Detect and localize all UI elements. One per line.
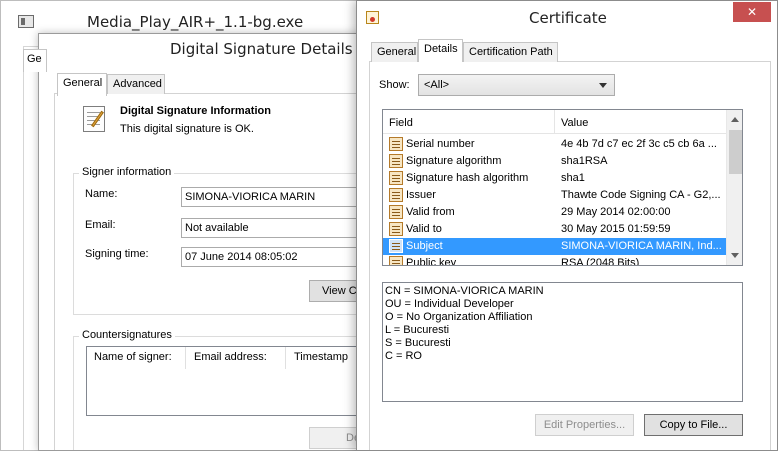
show-dropdown-value: <All> — [424, 79, 450, 91]
row-value: RSA (2048 Bits) — [561, 257, 640, 266]
table-row[interactable]: Valid from 29 May 2014 02:00:00 — [383, 204, 726, 221]
signing-time-field[interactable]: 07 June 2014 08:05:02 — [181, 247, 359, 267]
signer-information-label: Signer information — [79, 166, 175, 178]
detail-line: OU = Individual Developer — [385, 298, 514, 310]
certificate-app-icon — [366, 11, 379, 24]
properties-tab-general[interactable]: Ge — [23, 49, 47, 72]
copy-to-file-button[interactable]: Copy to File... — [644, 414, 743, 436]
column-name-of-signer[interactable]: Name of signer: — [94, 351, 172, 363]
view-certificate-button[interactable]: View C — [309, 280, 359, 302]
countersignatures-list[interactable]: Name of signer: Email address: Timestamp — [86, 346, 359, 416]
column-timestamp[interactable]: Timestamp — [294, 351, 348, 363]
row-field: Valid to — [406, 223, 442, 235]
row-value: 29 May 2014 02:00:00 — [561, 206, 671, 218]
edit-properties-button[interactable]: Edit Properties... — [535, 414, 634, 436]
column-value[interactable]: Value — [561, 117, 588, 129]
properties-app-icon — [18, 15, 34, 28]
name-label: Name: — [85, 188, 118, 200]
show-label: Show: — [379, 79, 410, 91]
row-field: Signature hash algorithm — [406, 172, 529, 184]
table-row[interactable]: Valid to 30 May 2015 01:59:59 — [383, 221, 726, 238]
row-value: Thawte Code Signing CA - G2,... — [561, 189, 721, 201]
column-field[interactable]: Field — [389, 117, 413, 129]
email-label: Email: — [85, 219, 116, 231]
certificate-field-icon — [389, 205, 403, 219]
row-value: 4e 4b 7d c7 ec 2f 3c c5 cb 6a ... — [561, 138, 717, 150]
name-field[interactable]: SIMONA-VIORICA MARIN — [181, 187, 359, 207]
tab-general[interactable]: General — [57, 73, 107, 96]
row-field: Public key — [406, 257, 457, 266]
tab-cert-general[interactable]: General — [371, 42, 418, 62]
detail-lines: CN = SIMONA-VIORICA MARIN OU = Individual… — [385, 285, 740, 363]
detail-line: O = No Organization Affiliation — [385, 311, 533, 323]
tab-cert-details[interactable]: Details — [418, 39, 463, 62]
certificate-field-icon — [389, 256, 403, 265]
row-value: SIMONA-VIORICA MARIN, Ind... — [561, 240, 722, 252]
signature-details-title: Digital Signature Details — [170, 40, 353, 58]
certificate-field-icon — [389, 171, 403, 185]
detail-line: C = RO — [385, 350, 422, 362]
countersignatures-label: Countersignatures — [79, 329, 175, 341]
row-value: sha1 — [561, 172, 585, 184]
email-field[interactable]: Not available — [181, 218, 359, 238]
row-field: Issuer — [406, 189, 436, 201]
certificate-fields-list[interactable]: Field Value Serial number 4e 4b 7d c7 ec … — [382, 109, 743, 266]
show-dropdown[interactable]: <All> — [418, 74, 615, 96]
close-button[interactable]: ✕ — [733, 2, 771, 22]
row-value: 30 May 2015 01:59:59 — [561, 223, 671, 235]
table-row[interactable]: Signature algorithm sha1RSA — [383, 153, 726, 170]
certificate-field-icon — [389, 222, 403, 236]
certificate-field-icon — [389, 137, 403, 151]
row-field: Serial number — [406, 138, 475, 150]
fields-scrollbar[interactable] — [726, 110, 742, 265]
tab-certification-path[interactable]: Certification Path — [463, 42, 558, 62]
column-email-address[interactable]: Email address: — [194, 351, 267, 363]
row-field: Signature algorithm — [406, 155, 502, 167]
row-value: sha1RSA — [561, 155, 608, 167]
certificate-field-icon — [389, 188, 403, 202]
countersignature-details-button[interactable]: De — [309, 427, 359, 449]
certificate-window: Certificate ✕ General Details Certificat… — [356, 0, 778, 451]
scroll-down-icon[interactable] — [731, 253, 739, 258]
scroll-up-icon[interactable] — [731, 117, 739, 122]
scrollbar-thumb[interactable] — [729, 130, 742, 174]
certificate-field-icon — [389, 154, 403, 168]
chevron-down-icon — [599, 83, 607, 88]
detail-line: S = Bucuresti — [385, 337, 451, 349]
detail-line: CN = SIMONA-VIORICA MARIN — [385, 285, 544, 297]
info-status-text: This digital signature is OK. — [120, 123, 254, 135]
certificate-field-icon — [389, 239, 403, 253]
table-row[interactable]: Public key RSA (2048 Bits) — [383, 255, 726, 266]
table-row[interactable]: Signature hash algorithm sha1 — [383, 170, 726, 187]
certificate-document-icon — [83, 106, 105, 132]
info-heading: Digital Signature Information — [120, 105, 271, 117]
signing-time-label: Signing time: — [85, 248, 149, 260]
fields-rows: Serial number 4e 4b 7d c7 ec 2f 3c c5 cb … — [383, 136, 726, 266]
signature-details-window: Digital Signature Details General Advanc… — [38, 33, 360, 451]
table-row[interactable]: Serial number 4e 4b 7d c7 ec 2f 3c c5 cb … — [383, 136, 726, 153]
field-detail-textbox[interactable]: CN = SIMONA-VIORICA MARIN OU = Individual… — [382, 282, 743, 402]
row-field: Valid from — [406, 206, 455, 218]
close-icon: ✕ — [746, 5, 758, 19]
certificate-title: Certificate — [529, 9, 607, 27]
fields-list-header: Field Value — [383, 110, 726, 134]
row-field: Subject — [406, 240, 443, 252]
tab-advanced[interactable]: Advanced — [107, 74, 165, 94]
detail-line: L = Bucuresti — [385, 324, 450, 336]
table-row[interactable]: Issuer Thawte Code Signing CA - G2,... — [383, 187, 726, 204]
table-row[interactable]: Subject SIMONA-VIORICA MARIN, Ind... — [383, 238, 726, 255]
